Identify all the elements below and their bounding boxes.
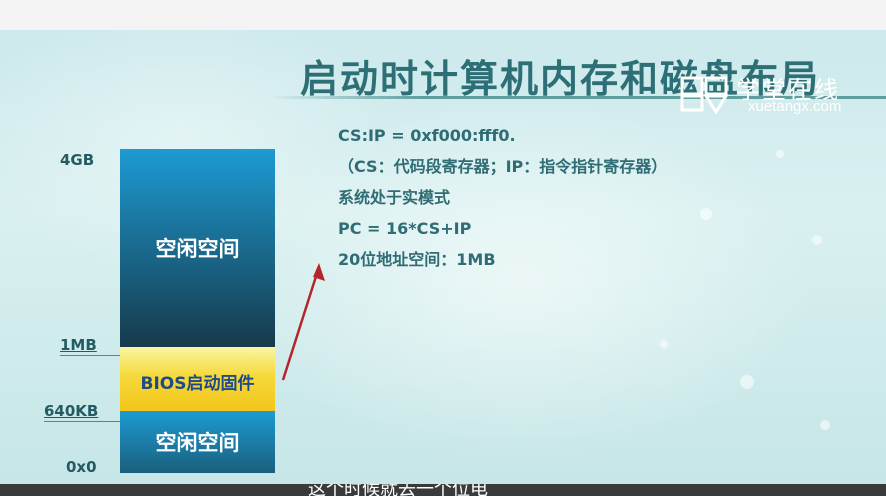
address-label-1mb: 1MB (60, 336, 97, 354)
bubble-decoration (700, 208, 712, 220)
bubble-decoration (820, 420, 830, 430)
slide-canvas: 启动时计算机内存和磁盘布局 学堂在线 xuetangx.com 空闲空间 BIO… (0, 30, 886, 484)
memory-segment-free-high: 空闲空间 (120, 149, 275, 347)
memory-segment-free-low: 空闲空间 (120, 411, 275, 473)
bubble-decoration (812, 235, 822, 245)
address-tick-line (44, 421, 120, 422)
address-label-4gb: 4GB (60, 151, 95, 169)
address-label-640kb: 640KB (44, 402, 99, 420)
logo-domain-text: xuetangx.com (748, 98, 842, 115)
memory-segment-bios: BIOS启动固件 (120, 347, 275, 411)
bios-pointer-arrow (281, 263, 325, 381)
note-line: 20位地址空间：1MB (338, 250, 496, 269)
segment-label: BIOS启动固件 (140, 374, 255, 394)
segment-label: 空闲空间 (155, 237, 240, 261)
segment-label: 空闲空间 (155, 431, 240, 455)
notes-block: CS:IP = 0xf000:fff0. （CS：代码段寄存器；IP：指令指针寄… (338, 120, 667, 275)
memory-map-column: 空闲空间 BIOS启动固件 空闲空间 (120, 149, 275, 473)
note-line: （CS：代码段寄存器；IP：指令指针寄存器） (338, 157, 668, 176)
note-line: CS:IP = 0xf000:fff0. (338, 126, 516, 145)
xuetangx-logo-icon (680, 76, 729, 114)
note-line: PC = 16*CS+IP (338, 219, 472, 238)
address-label-0x0: 0x0 (66, 458, 97, 476)
bubble-decoration (660, 340, 668, 348)
address-tick-line (60, 355, 120, 356)
video-subtitle-bar: 这个时候就去一个位电 (0, 484, 886, 496)
xuetangx-logo: 学堂在线 xuetangx.com (680, 72, 880, 116)
subtitle-text: 这个时候就去一个位电 (308, 484, 488, 496)
bubble-decoration (776, 150, 784, 158)
bubble-decoration (740, 375, 754, 389)
top-strip (0, 0, 886, 30)
note-line: 系统处于实模式 (338, 188, 451, 207)
